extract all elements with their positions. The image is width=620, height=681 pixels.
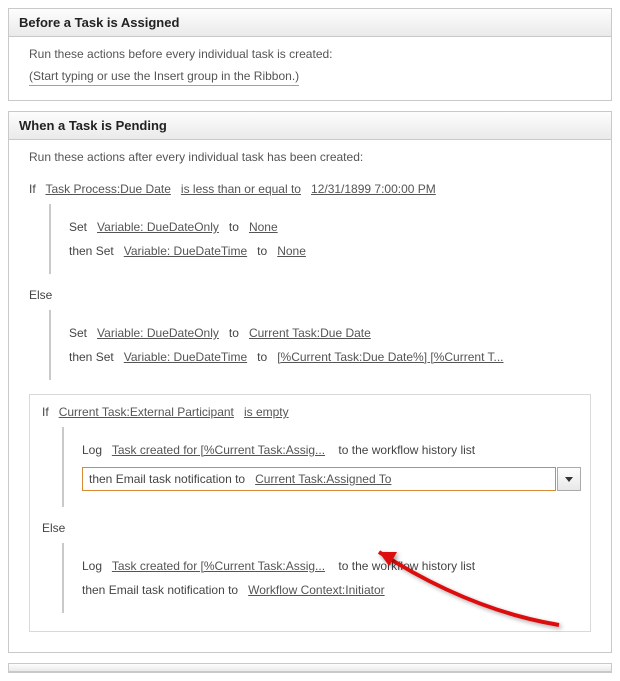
else-keyword: Else (29, 288, 597, 302)
stage-title: Before a Task is Assigned (19, 15, 179, 30)
variable-name[interactable]: Variable: DueDateOnly (97, 326, 219, 340)
stage-body: Run these actions before every individua… (9, 37, 611, 100)
condition-line[interactable]: If Task Process:Due Date is less than or… (29, 182, 597, 196)
action-prefix: Log (82, 559, 102, 573)
stage-when-task-pending: When a Task is Pending Run these actions… (8, 111, 612, 653)
email-action-box[interactable]: then Email task notification to Current … (82, 467, 556, 491)
action-set-variable[interactable]: Set Variable: DueDateOnly to None (69, 220, 597, 234)
action-prefix: then Set (69, 244, 114, 258)
if-keyword: If (29, 182, 36, 196)
stage-body: Run these actions after every individual… (9, 140, 611, 652)
stage-before-task-assigned: Before a Task is Assigned Run these acti… (8, 8, 612, 101)
action-mid: to (257, 350, 267, 364)
email-target[interactable]: Workflow Context:Initiator (248, 583, 385, 597)
action-prefix: then Email task notification to (82, 583, 238, 597)
action-email-selected[interactable]: then Email task notification to Current … (82, 467, 584, 491)
if-keyword: If (42, 405, 49, 419)
stage-description: Run these actions before every individua… (29, 47, 591, 61)
action-prefix: then Set (69, 350, 114, 364)
email-target[interactable]: Current Task:Assigned To (255, 472, 391, 486)
action-mid: to (229, 326, 239, 340)
stage-title: When a Task is Pending (19, 118, 167, 133)
variable-name[interactable]: Variable: DueDateOnly (97, 220, 219, 234)
chevron-down-icon (565, 477, 573, 482)
action-mid: to (257, 244, 267, 258)
condition-operator[interactable]: is empty (244, 405, 289, 419)
stage-header: When a Task is Pending (9, 112, 611, 140)
condition-value[interactable]: 12/31/1899 7:00:00 PM (311, 182, 436, 196)
else-keyword: Else (42, 521, 584, 535)
variable-value[interactable]: None (249, 220, 278, 234)
log-suffix: to the workflow history list (338, 559, 475, 573)
action-prefix: Log (82, 443, 102, 457)
action-prefix: Set (69, 326, 87, 340)
action-prefix: then Email task notification to (89, 472, 245, 486)
action-prefix: Set (69, 220, 87, 234)
action-log[interactable]: Log Task created for [%Current Task:Assi… (82, 559, 584, 573)
action-set-variable[interactable]: Set Variable: DueDateOnly to Current Tas… (69, 326, 597, 340)
variable-value[interactable]: Current Task:Due Date (249, 326, 371, 340)
variable-value[interactable]: None (277, 244, 306, 258)
variable-name[interactable]: Variable: DueDateTime (124, 350, 247, 364)
action-set-variable[interactable]: then Set Variable: DueDateTime to None (69, 244, 597, 258)
action-placeholder[interactable]: (Start typing or use the Insert group in… (29, 67, 299, 86)
log-message[interactable]: Task created for [%Current Task:Assig... (112, 559, 325, 573)
variable-name[interactable]: Variable: DueDateTime (124, 244, 247, 258)
action-email[interactable]: then Email task notification to Workflow… (82, 583, 584, 597)
action-log[interactable]: Log Task created for [%Current Task:Assi… (82, 443, 584, 457)
variable-value[interactable]: [%Current Task:Due Date%] [%Current T... (277, 350, 503, 364)
action-set-variable[interactable]: then Set Variable: DueDateTime to [%Curr… (69, 350, 597, 364)
stage-truncated (8, 663, 612, 673)
then-block: Set Variable: DueDateOnly to None then S… (49, 204, 597, 274)
stage-description: Run these actions after every individual… (29, 150, 591, 164)
action-dropdown-button[interactable] (557, 467, 581, 491)
condition-group: If Current Task:External Participant is … (29, 394, 591, 632)
else-block: Set Variable: DueDateOnly to Current Tas… (49, 310, 597, 380)
stage-header: Before a Task is Assigned (9, 9, 611, 37)
log-message[interactable]: Task created for [%Current Task:Assig... (112, 443, 325, 457)
condition-line[interactable]: If Current Task:External Participant is … (42, 405, 584, 419)
else-block: Log Task created for [%Current Task:Assi… (62, 543, 584, 613)
stage-header-partial (9, 664, 611, 672)
then-block: Log Task created for [%Current Task:Assi… (62, 427, 584, 507)
log-suffix: to the workflow history list (338, 443, 475, 457)
condition-field[interactable]: Task Process:Due Date (45, 182, 170, 196)
condition-field[interactable]: Current Task:External Participant (59, 405, 234, 419)
action-mid: to (229, 220, 239, 234)
condition-operator[interactable]: is less than or equal to (181, 182, 301, 196)
